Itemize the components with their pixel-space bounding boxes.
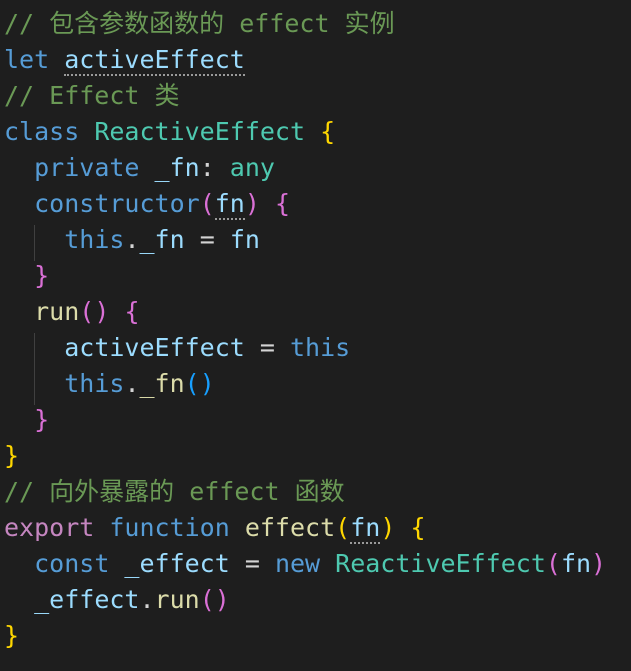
code-token: constructor	[34, 189, 200, 218]
code-token: .	[124, 369, 140, 398]
code-token: any	[229, 153, 275, 182]
code-line[interactable]: private _fn: any	[4, 150, 275, 186]
code-token: }	[4, 621, 20, 650]
code-line[interactable]: _effect.run()	[4, 582, 230, 618]
code-token: run	[34, 297, 80, 326]
code-token: {	[320, 117, 336, 146]
code-token: _fn	[154, 153, 200, 182]
code-line[interactable]: // 包含参数函数的 effect 实例	[4, 6, 395, 42]
code-line[interactable]: // 向外暴露的 effect 函数	[4, 474, 345, 510]
code-token: fn	[229, 225, 260, 254]
code-token: effect	[244, 513, 336, 542]
code-token: =	[184, 225, 230, 254]
code-token: =	[229, 549, 275, 578]
code-editor[interactable]: // 包含参数函数的 effect 实例 let activeEffect // E…	[0, 0, 631, 671]
code-token: class	[4, 117, 95, 146]
code-token: // 向外暴露的 effect 函数	[4, 477, 345, 506]
code-line[interactable]: const _effect = new ReactiveEffect(fn)	[4, 546, 606, 582]
code-line[interactable]: }	[4, 618, 19, 654]
code-token: fn	[560, 549, 592, 578]
code-token: // Effect 类	[4, 81, 180, 110]
code-token: ReactiveEffect	[94, 117, 306, 146]
code-token: ()	[184, 369, 215, 398]
code-token: (	[199, 189, 215, 218]
code-token: _fn	[139, 225, 185, 254]
code-token: _effect	[124, 549, 230, 578]
code-token: this	[64, 369, 125, 398]
code-token: activeEffect	[64, 45, 245, 76]
code-line[interactable]: this._fn = fn	[4, 222, 260, 258]
code-line[interactable]: class ReactiveEffect {	[4, 114, 335, 150]
code-token: (	[545, 549, 561, 578]
code-token: (	[335, 513, 351, 542]
code-token: {	[274, 189, 291, 218]
code-token: }	[34, 405, 50, 434]
code-token: new	[274, 549, 336, 578]
code-token: :	[199, 153, 230, 182]
code-line[interactable]: run() {	[4, 294, 140, 330]
code-token: .	[139, 585, 155, 614]
code-token: fn	[350, 513, 381, 544]
code-token: =	[244, 333, 290, 362]
code-token: let	[4, 45, 65, 74]
code-token: fn	[214, 189, 245, 220]
code-token: export	[4, 513, 110, 542]
code-line[interactable]: export function effect(fn) {	[4, 510, 426, 546]
code-token: .	[124, 225, 140, 254]
code-token: {	[410, 513, 426, 542]
code-token: {	[124, 297, 140, 326]
code-line[interactable]: this._fn()	[4, 366, 215, 402]
code-token: const	[34, 549, 125, 578]
code-line[interactable]: }	[4, 438, 19, 474]
code-token: activeEffect	[64, 333, 245, 362]
code-token: // 包含参数函数的 effect 实例	[4, 9, 395, 38]
code-token: run	[154, 585, 200, 614]
code-token: _effect	[34, 585, 140, 614]
code-token: this	[290, 333, 351, 362]
code-line[interactable]: }	[4, 258, 49, 294]
code-line[interactable]: constructor(fn) {	[4, 186, 290, 222]
code-token: )	[244, 189, 260, 218]
code-line[interactable]: let activeEffect	[4, 42, 245, 78]
code-token: ()	[79, 297, 110, 326]
code-token: _fn	[139, 369, 185, 398]
code-token: )	[380, 513, 396, 542]
code-token: private	[34, 153, 155, 182]
code-token: ()	[199, 585, 230, 614]
code-line[interactable]: activeEffect = this	[4, 330, 350, 366]
code-token: }	[4, 441, 20, 470]
code-token: ReactiveEffect	[335, 549, 546, 578]
code-token: )	[591, 549, 607, 578]
code-line[interactable]: // Effect 类	[4, 78, 180, 114]
code-token: this	[64, 225, 125, 254]
code-line[interactable]: }	[4, 402, 49, 438]
code-token: }	[34, 261, 50, 290]
code-token: function	[109, 513, 245, 542]
